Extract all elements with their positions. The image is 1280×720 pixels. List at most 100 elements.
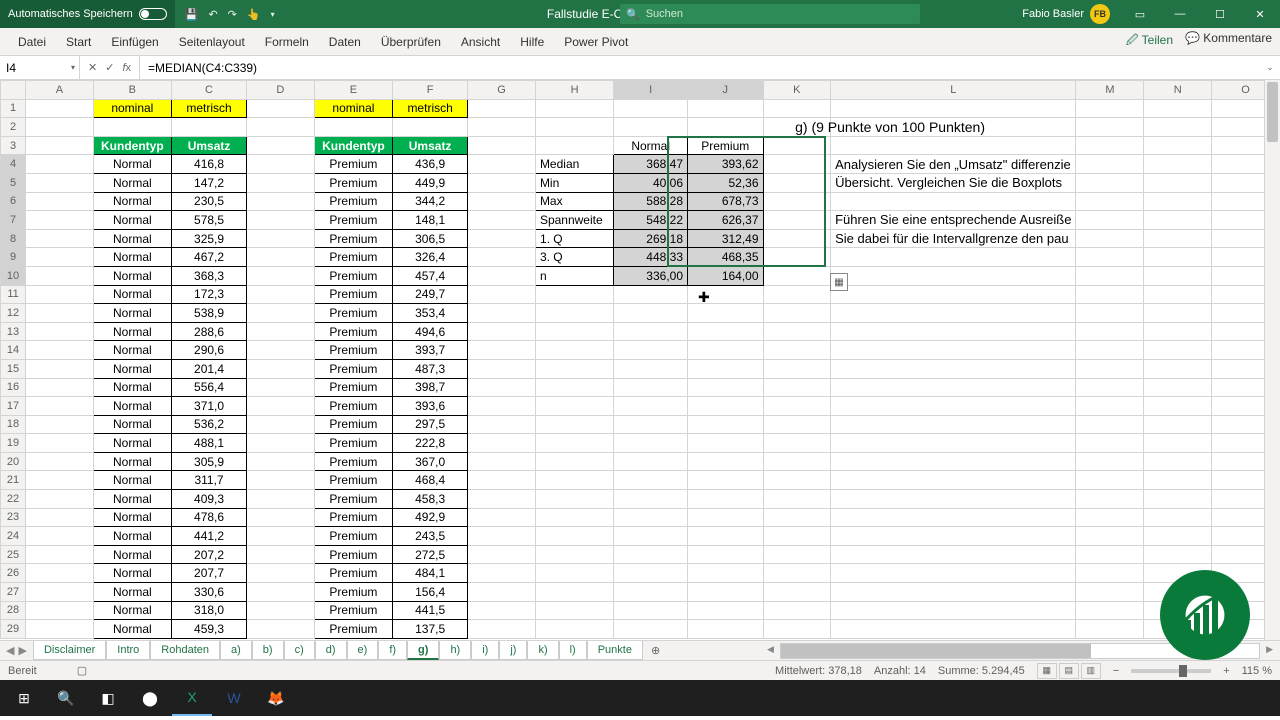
sheet-tab[interactable]: a) [220, 641, 252, 660]
cell[interactable] [763, 304, 831, 323]
cell[interactable]: Normal [93, 285, 171, 304]
cell[interactable] [688, 583, 764, 602]
cell[interactable]: 269,18 [614, 229, 688, 248]
autosave-toggle[interactable]: Automatisches Speichern [0, 0, 175, 28]
cell[interactable]: 441,2 [172, 527, 247, 546]
cell[interactable] [688, 527, 764, 546]
cell[interactable]: Premium [314, 415, 392, 434]
row-header[interactable]: 25 [1, 545, 26, 564]
cell[interactable]: 548,22 [614, 211, 688, 230]
cell[interactable] [247, 248, 315, 267]
cell[interactable] [763, 211, 831, 230]
cell[interactable] [763, 341, 831, 360]
cell[interactable]: 207,7 [172, 564, 247, 583]
cell[interactable] [831, 359, 1076, 378]
cell[interactable] [535, 285, 613, 304]
row-header[interactable]: 11 [1, 285, 26, 304]
cell[interactable] [688, 545, 764, 564]
cell[interactable]: 222,8 [393, 434, 468, 453]
cell[interactable] [763, 285, 831, 304]
cell[interactable]: Normal [93, 583, 171, 602]
cell[interactable] [26, 322, 94, 341]
cell[interactable]: 626,37 [688, 211, 764, 230]
cell[interactable] [468, 378, 536, 397]
cell[interactable] [26, 527, 94, 546]
cell[interactable] [468, 415, 536, 434]
cell[interactable] [26, 397, 94, 416]
sheet-tab[interactable]: Disclaimer [33, 641, 106, 660]
cell[interactable]: 488,1 [172, 434, 247, 453]
cell[interactable] [614, 397, 688, 416]
cell[interactable]: Premium [314, 266, 392, 285]
fx-icon[interactable]: fx [122, 62, 131, 74]
cell[interactable] [468, 211, 536, 230]
column-header[interactable]: C [172, 81, 247, 100]
cell[interactable]: 398,7 [393, 378, 468, 397]
cell[interactable]: Normal [93, 620, 171, 639]
cell[interactable] [688, 341, 764, 360]
cell[interactable] [763, 397, 831, 416]
cell[interactable] [831, 508, 1076, 527]
column-header[interactable]: F [393, 81, 468, 100]
cell[interactable]: Premium [314, 564, 392, 583]
sheet-tab[interactable]: b) [252, 641, 284, 660]
cell[interactable]: 492,9 [393, 508, 468, 527]
cell[interactable] [1144, 359, 1212, 378]
cell[interactable] [1076, 620, 1144, 639]
cell[interactable] [1076, 155, 1144, 174]
cancel-formula-icon[interactable]: ✕ [88, 61, 97, 74]
cell[interactable]: Normal [93, 545, 171, 564]
cell[interactable] [763, 434, 831, 453]
cell[interactable]: Premium [314, 397, 392, 416]
cell[interactable]: 393,6 [393, 397, 468, 416]
cell[interactable] [26, 173, 94, 192]
cell[interactable] [1076, 452, 1144, 471]
cell[interactable]: Premium [314, 211, 392, 230]
cell[interactable] [1076, 266, 1144, 285]
cell[interactable] [535, 397, 613, 416]
cell[interactable] [247, 192, 315, 211]
cell[interactable]: 368,47 [614, 155, 688, 174]
cell[interactable] [1144, 452, 1212, 471]
cell[interactable]: Premium [314, 322, 392, 341]
cell[interactable]: 311,7 [172, 471, 247, 490]
cell[interactable]: Premium [314, 229, 392, 248]
share-button[interactable]: 🖉 Teilen [1126, 31, 1173, 52]
sheet-tab[interactable]: i) [471, 641, 499, 660]
cell[interactable] [763, 266, 831, 285]
cell[interactable] [1144, 415, 1212, 434]
row-header[interactable]: 5 [1, 173, 26, 192]
cell[interactable] [247, 322, 315, 341]
page-layout-view-icon[interactable]: ▤ [1059, 663, 1079, 679]
cell[interactable] [172, 118, 247, 137]
row-header[interactable]: 24 [1, 527, 26, 546]
cell[interactable] [468, 471, 536, 490]
cell[interactable]: Normal [93, 527, 171, 546]
cell[interactable] [1144, 508, 1212, 527]
cell[interactable]: 147,2 [172, 173, 247, 192]
cell[interactable]: 371,0 [172, 397, 247, 416]
cell[interactable] [688, 490, 764, 509]
cell[interactable] [1076, 118, 1144, 137]
sheet-tab[interactable]: Rohdaten [150, 641, 220, 660]
cell[interactable]: Normal [93, 564, 171, 583]
cell[interactable] [535, 304, 613, 323]
cell[interactable]: 1. Q [535, 229, 613, 248]
cell[interactable]: Umsatz [393, 136, 468, 155]
cell[interactable] [763, 471, 831, 490]
cell[interactable] [1144, 136, 1212, 155]
cell[interactable] [535, 583, 613, 602]
cell[interactable]: Max [535, 192, 613, 211]
cell[interactable] [247, 415, 315, 434]
cell[interactable] [831, 322, 1076, 341]
cell[interactable] [763, 564, 831, 583]
cell[interactable] [1076, 359, 1144, 378]
cell[interactable] [831, 452, 1076, 471]
cell[interactable] [614, 545, 688, 564]
cell[interactable]: 326,4 [393, 248, 468, 267]
cell[interactable]: 556,4 [172, 378, 247, 397]
cell[interactable] [614, 620, 688, 639]
cell[interactable]: Normal [93, 601, 171, 620]
cell[interactable] [1144, 118, 1212, 137]
cell[interactable] [1076, 99, 1144, 118]
